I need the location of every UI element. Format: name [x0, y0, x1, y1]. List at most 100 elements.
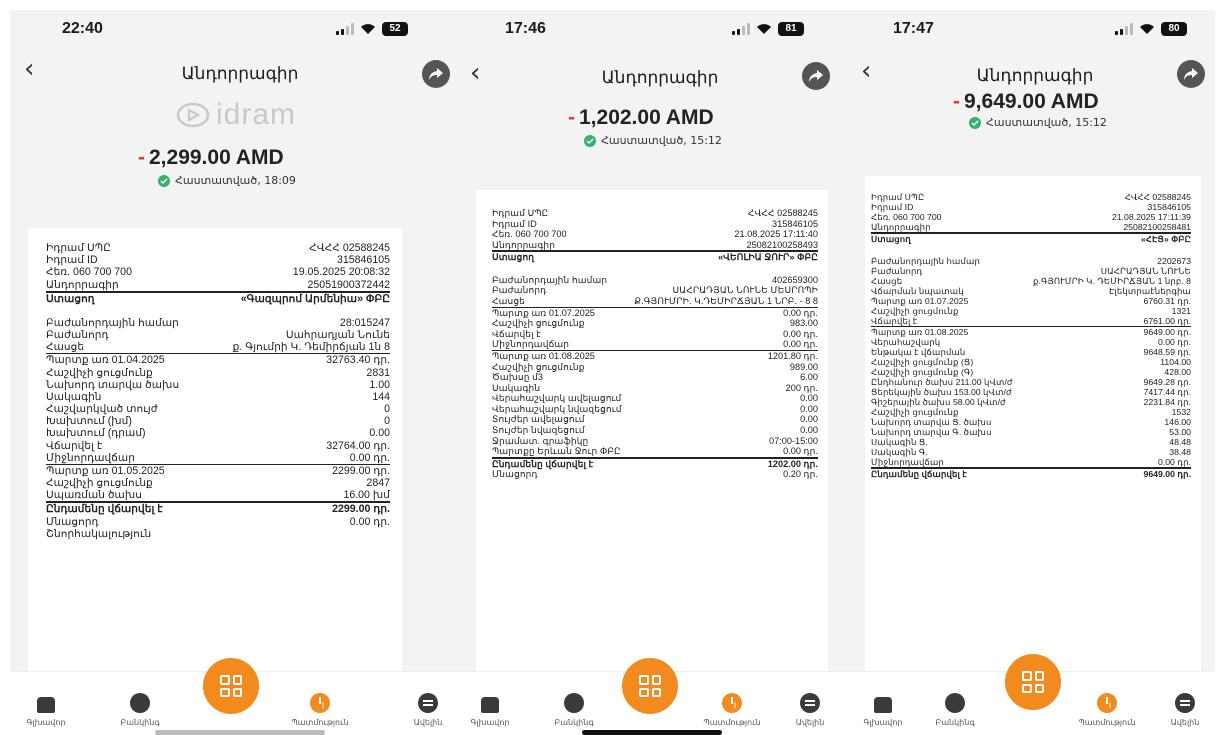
- receipt-row-label: Բաժանորդ: [492, 285, 547, 296]
- receipt-row-value: 0: [384, 415, 390, 428]
- receipt-row-value: 9649.00 դր.: [1143, 469, 1192, 479]
- receipt-row: Սակագին Գ. 38.48: [871, 447, 1191, 457]
- receipt-row-label: Ընդամենը վճարվել է: [46, 503, 163, 516]
- receipt-row-value: 0.00: [369, 427, 390, 440]
- back-button[interactable]: ‹: [470, 60, 490, 86]
- receipt-row-value: 9649.00 դր.: [1143, 327, 1192, 337]
- receipt-row-label: Հեռ. 060 700 700: [871, 212, 942, 222]
- tab-banking[interactable]: Բանկինգ: [920, 693, 990, 727]
- receipt-row-value: 25051900372442: [307, 278, 390, 291]
- tab-label: Բանկինգ: [120, 718, 160, 727]
- receipt-row: Ստացող «Գազպրոմ Արմենիա» ՓԲԸ: [46, 290, 390, 305]
- share-arrow-icon: [1184, 68, 1198, 80]
- receipt-row-value: 07:00-15:00: [768, 435, 818, 446]
- receipt-row-label: Ստացող: [492, 252, 535, 263]
- receipt-row-label: Հեռ. 060 700 700: [46, 266, 132, 279]
- brand-name: idram: [216, 98, 297, 131]
- receipt-row-value: 200 դր.: [785, 382, 818, 393]
- receipt-row-value: 9648.59 դր.: [1143, 347, 1192, 357]
- receipt-row-value: «ՀԷՑ» ՓԲԸ: [1140, 234, 1191, 244]
- receipt-row-label: Ընդամենը վճարվել է: [492, 458, 594, 469]
- receipt-row-value: 0.00 դր.: [783, 339, 818, 350]
- receipt-row-value: 0.00 դր.: [349, 515, 390, 528]
- receipt-row-label: Ստացող: [46, 292, 95, 305]
- receipt-row-value: 25082100258493: [746, 239, 818, 250]
- receipt-row: Նախորդ տարվա ծախս 1.00: [46, 379, 390, 391]
- receipt-row-value: ՀՎՀՀ 02588245: [747, 208, 818, 218]
- tab-banking[interactable]: Բանկինգ: [105, 693, 175, 727]
- receipt-row-value: 16.00 խմ: [343, 489, 390, 502]
- receipt-row: Շնորհակալություն: [46, 528, 390, 540]
- tab-label: Գլխավոր: [26, 718, 66, 727]
- tab-history[interactable]: Պատմություն: [285, 693, 355, 727]
- receipt-row-label: Պարտք առ 01.08.2025: [492, 350, 595, 361]
- share-button[interactable]: [1177, 60, 1205, 88]
- tab-history[interactable]: Պատմություն: [697, 693, 767, 727]
- home-indicator: [155, 730, 325, 735]
- tab-home[interactable]: Գլխավոր: [455, 697, 525, 727]
- tab-more[interactable]: Ավելին: [1150, 693, 1215, 727]
- receipt-row: Պարտք առ 01.08.2025 1201.80 դր.: [492, 349, 818, 362]
- receipt-row: Տույժեր ավելացում 0.00: [492, 414, 818, 425]
- receipt-row-value: 9649.28 դր.: [1143, 377, 1192, 387]
- receipt-row: Սակագին Ց. 48.48: [871, 437, 1191, 447]
- qr-code-icon: [220, 675, 242, 697]
- page-title: Անդորրագիր: [601, 68, 719, 87]
- share-arrow-icon: [429, 68, 443, 80]
- tab-label: Ավելին: [1170, 718, 1200, 727]
- receipt-row-label: Միջնորդավճար: [46, 451, 135, 464]
- status-icons: 81: [732, 22, 804, 36]
- receipt-row-label: Հաշվիչի ցուցմունք: [46, 477, 153, 490]
- receipt-row-value: «Գազպրոմ Արմենիա» ՓԲԸ: [240, 292, 390, 305]
- receipt-row: Հաշվիչի ցուցմունք 1321: [871, 306, 1191, 316]
- qr-scan-button[interactable]: [1005, 654, 1061, 710]
- receipt-row: Բաժանորդային համար 2202673: [871, 256, 1191, 266]
- tab-home[interactable]: Գլխավոր: [11, 697, 81, 727]
- signal-icon: [732, 23, 750, 35]
- receipt-row: Հասցե ք. Գյումրի Կ. Դեմիրճյան 1ն 8: [46, 341, 390, 353]
- receipt-row-label: Սակագին Գ.: [871, 447, 928, 457]
- tab-label: Ավելին: [795, 718, 825, 727]
- tab-more[interactable]: Ավելին: [775, 693, 845, 727]
- qr-scan-button[interactable]: [622, 658, 678, 714]
- receipt-row-value: 7417.44 դր.: [1143, 387, 1192, 397]
- receipt-row: Հաշվիչի ցուցմունք 2847: [46, 477, 390, 489]
- receipt-row-label: Խախտում (դրամ): [46, 427, 146, 440]
- tab-history[interactable]: Պատմություն: [1072, 693, 1142, 727]
- receipt-row-value: 0.00 դր.: [783, 446, 818, 457]
- receipt-row-label: Պարտք առ 01.07.2025: [871, 296, 969, 306]
- receipt-row-value: 6.00: [800, 372, 818, 383]
- tab-banking[interactable]: Բանկինգ: [539, 693, 609, 727]
- bank-icon: [564, 693, 584, 713]
- share-button[interactable]: [802, 62, 830, 90]
- receipt-row-label: Անդորրագիր: [871, 222, 931, 232]
- receipt-row-label: Ջրամատ. գրաֆիկը: [492, 435, 589, 446]
- home-icon: [481, 697, 499, 713]
- receipt-row: Հեռ. 060 700 700 21.08.2025 17:11:40: [492, 229, 818, 240]
- receipt-row-value: 2299.00 դր.: [332, 464, 390, 477]
- receipt-row-value: 315846105: [772, 218, 818, 229]
- receipt-row-value: 144: [372, 390, 390, 403]
- battery-indicator: 81: [778, 22, 804, 36]
- tab-home[interactable]: Գլխավոր: [848, 697, 918, 727]
- confirmation-text: Հաստատված, 18:09: [175, 174, 296, 187]
- share-button[interactable]: [422, 60, 450, 88]
- receipt-screen-1: 22:40 52 ‹ Անդորրագիր idram -2,299.00 AM…: [10, 10, 470, 735]
- receipt-row: Վճարվել է 32764.00 դր.: [46, 440, 390, 452]
- receipt-row-label: Ցերեկային ծախս 153.00 կՎտ/ժ: [871, 387, 1012, 397]
- qr-scan-button[interactable]: [203, 658, 259, 714]
- receipt-row: Միջնորդավճար 0.00 դր.: [492, 339, 818, 350]
- receipt-row-label: Պարտք առ 01.08.2025: [871, 327, 969, 337]
- back-button[interactable]: ‹: [24, 56, 44, 82]
- tab-label: Պատմություն: [1078, 718, 1136, 727]
- receipt-row: Անդորրագիր 25082100258493: [492, 240, 818, 251]
- receipt-row-label: Սակագին: [46, 390, 102, 403]
- menu-icon: [418, 693, 438, 713]
- back-button[interactable]: ‹: [861, 58, 881, 84]
- receipt-card: Իդրամ ՍՊԸ ՀՎՀՀ 02588245 Իդրամ ID 315846105 Հ…: [476, 190, 828, 680]
- tab-label: Գլխավոր: [470, 718, 510, 727]
- qr-code-icon: [639, 675, 661, 697]
- receipt-row: Պարտք առ 01.07.2025 0.00 դր.: [492, 306, 818, 319]
- receipt-row-label: Պարտք առ 01.05.2025: [46, 464, 165, 477]
- receipt-row: Բաժանորդային համար 402659300: [492, 275, 818, 286]
